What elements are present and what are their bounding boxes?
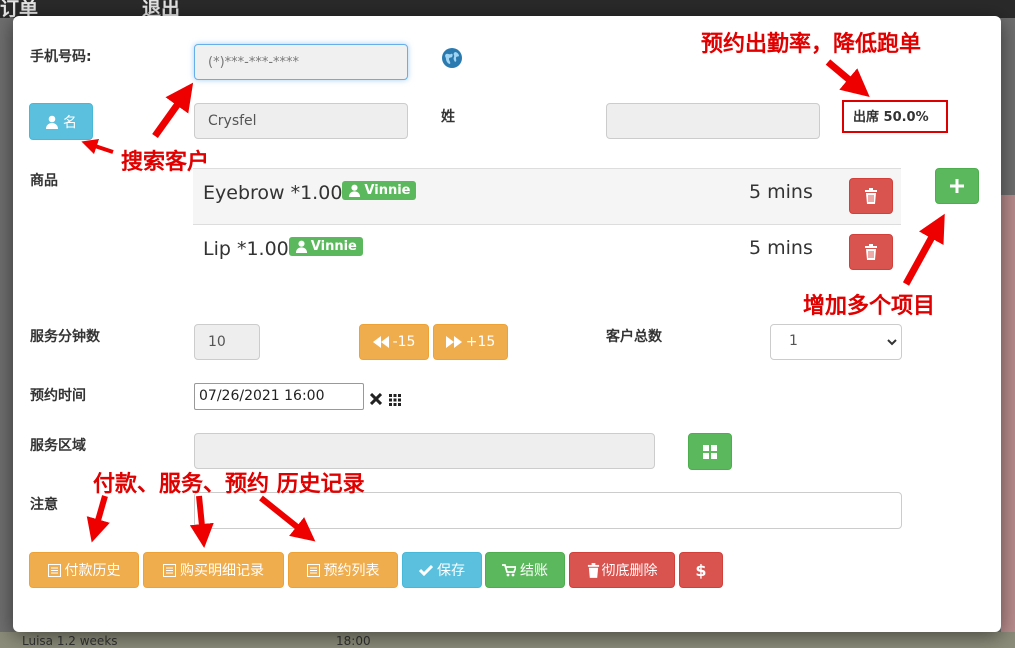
arrow-to-add-button	[902, 213, 945, 286]
bg-bottom-name: Luisa 1.2 weeks	[22, 634, 118, 648]
background-stripe	[1001, 195, 1015, 635]
arrow-to-name-button	[81, 138, 114, 155]
bg-bottom-time: 18:00	[336, 634, 371, 648]
appointment-dialog: 手机号码: (*)***-***-**** 名 Crysfel 姓 出席 50.…	[13, 16, 1001, 632]
arrow-to-attendance	[825, 59, 870, 97]
arrow-to-appointment-list	[259, 495, 316, 542]
arrow-to-purchase-history	[189, 495, 214, 548]
arrow-to-phone	[152, 82, 194, 139]
arrow-to-payment-history	[86, 495, 110, 543]
background-bottom-row: Luisa 1.2 weeks 18:00	[0, 632, 1015, 648]
annotation-arrows	[81, 59, 945, 548]
